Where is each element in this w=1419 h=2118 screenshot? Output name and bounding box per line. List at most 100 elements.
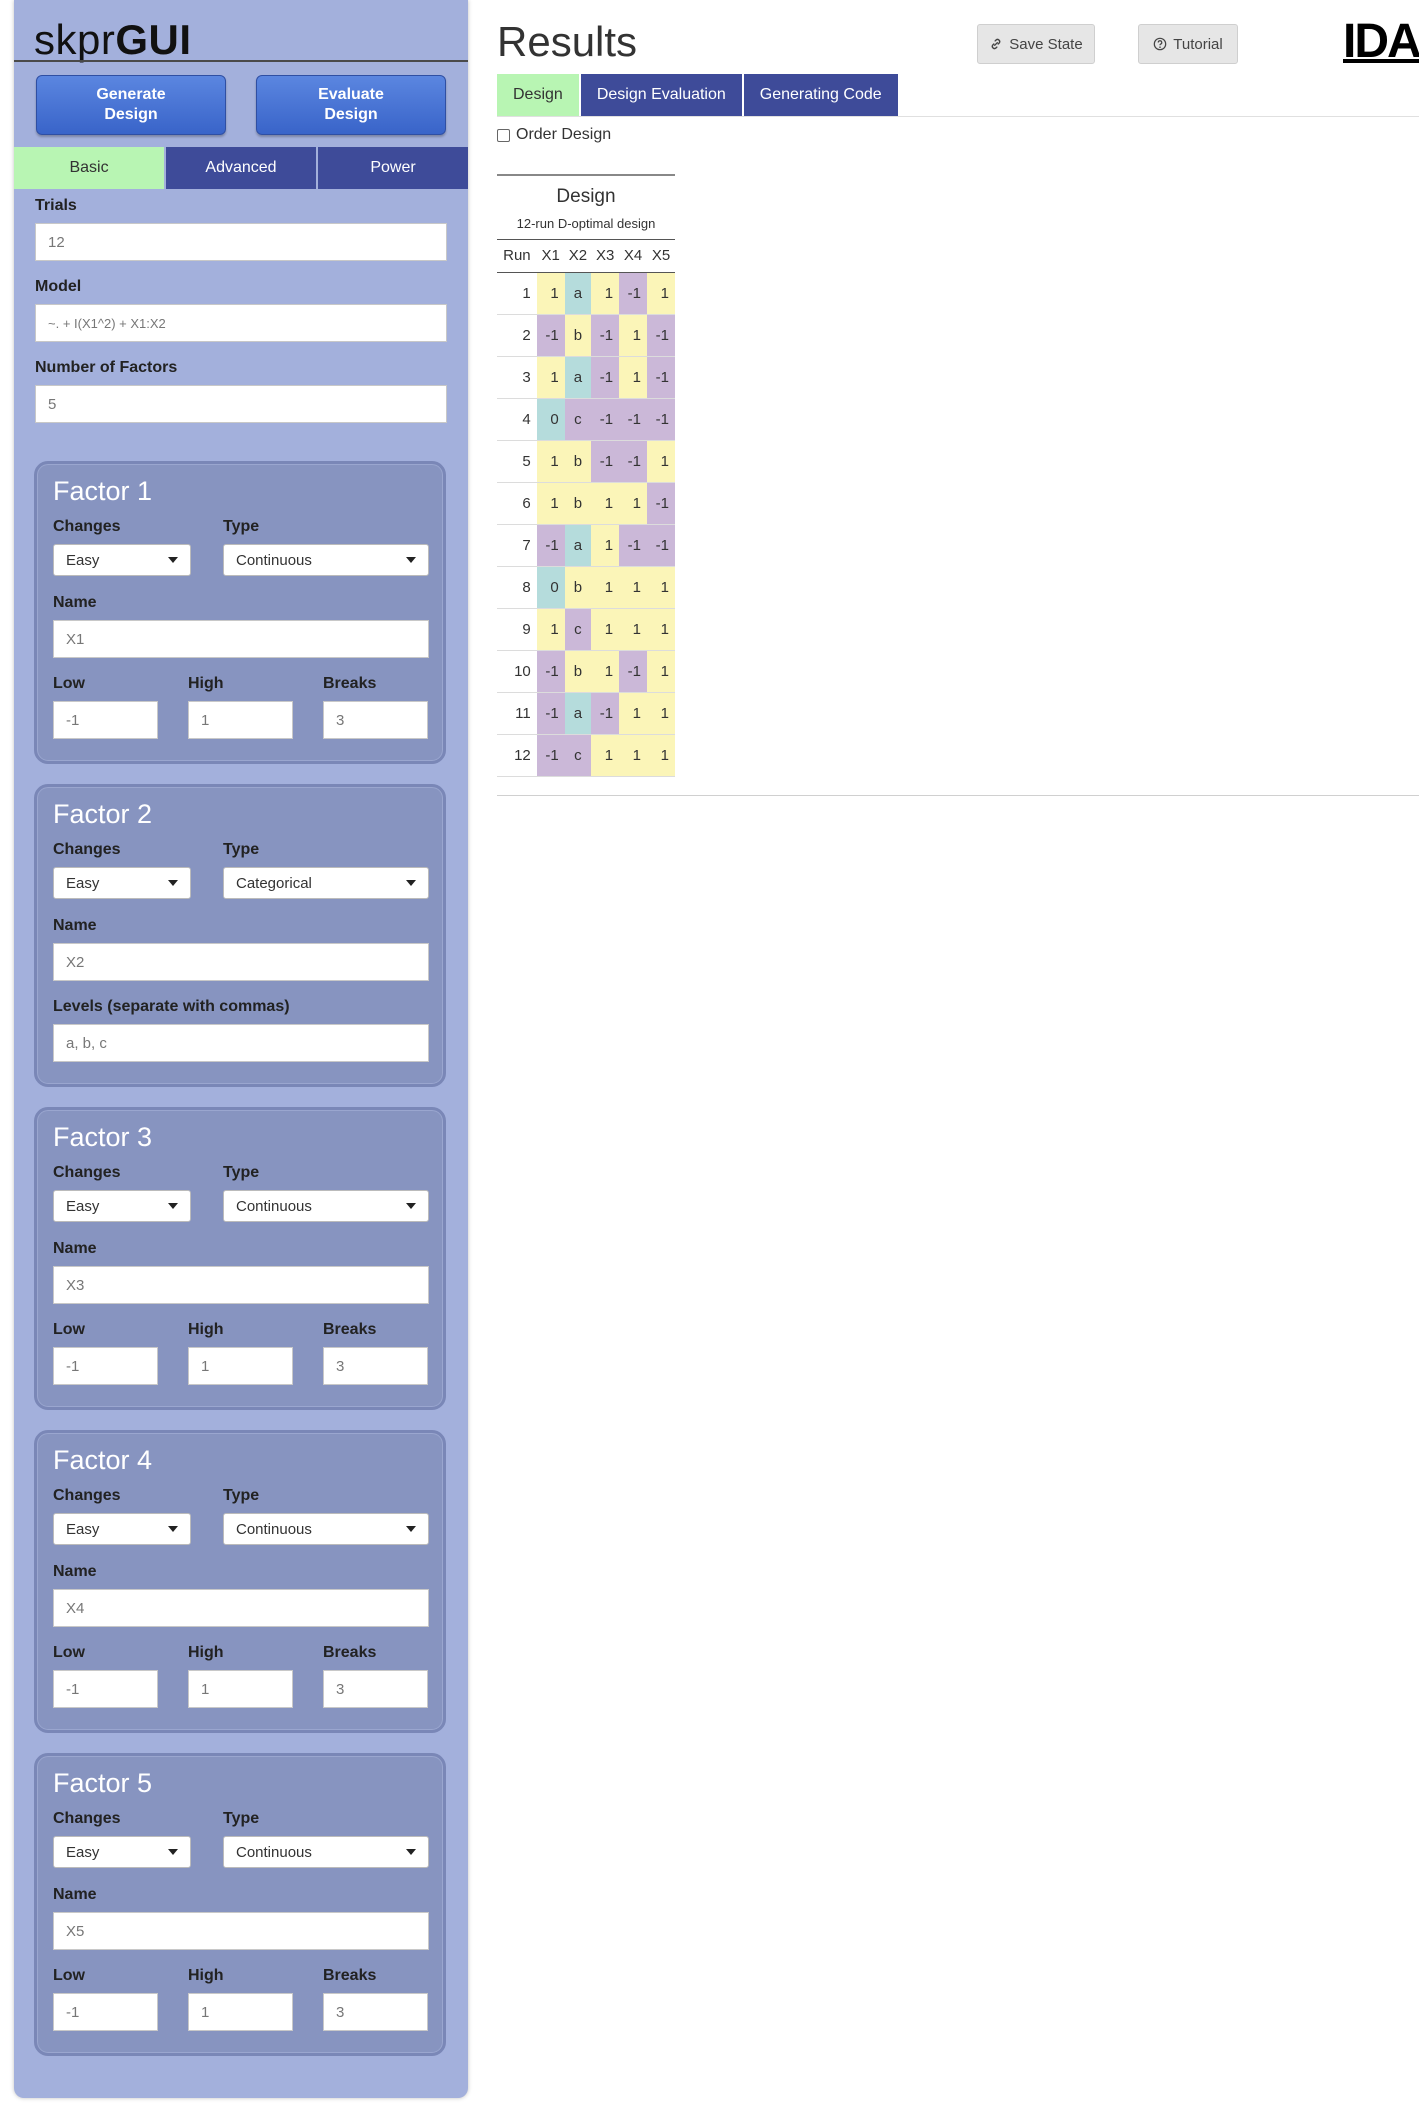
table-cell: 1: [591, 650, 620, 693]
chevron-down-icon: [168, 1203, 178, 1209]
table-cell: b: [564, 482, 592, 525]
factor-card-1: Factor 1 Changes Easy Type Continuous Na…: [34, 461, 446, 764]
name-label: Name: [53, 917, 97, 934]
factor-card-2: Factor 2 Changes Easy Type Categorical N…: [34, 784, 446, 1087]
chevron-down-icon: [168, 880, 178, 886]
table-cell: b: [564, 314, 592, 357]
breaks-input[interactable]: 3: [323, 1670, 428, 1708]
name-input[interactable]: X3: [53, 1266, 429, 1304]
type-select[interactable]: Continuous: [223, 544, 429, 576]
num-factors-input[interactable]: 5: [35, 385, 447, 423]
table-cell: c: [564, 398, 592, 441]
sidebar: skprGUI Generate Design Evaluate Design …: [14, 0, 468, 2098]
generate-design-button[interactable]: Generate Design: [36, 75, 226, 135]
breaks-input[interactable]: 3: [323, 1993, 428, 2031]
table-cell: 1: [619, 608, 648, 651]
chevron-down-icon: [406, 1203, 416, 1209]
changes-select[interactable]: Easy: [53, 1190, 191, 1222]
breaks-input[interactable]: 3: [323, 701, 428, 739]
name-input[interactable]: X4: [53, 1589, 429, 1627]
sidebar-tabs: Basic Advanced Power: [14, 147, 468, 189]
changes-select[interactable]: Easy: [53, 544, 191, 576]
type-select[interactable]: Continuous: [223, 1836, 429, 1868]
table-cell: 1: [536, 356, 565, 399]
type-label: Type: [223, 841, 260, 858]
tab-advanced[interactable]: Advanced: [166, 147, 318, 189]
low-label: Low: [53, 1321, 85, 1338]
changes-select[interactable]: Easy: [53, 1513, 191, 1545]
changes-value: Easy: [66, 551, 100, 569]
column-header-x2: X2: [564, 240, 592, 273]
tabs-divider: [497, 116, 1419, 117]
question-circle-icon: [1153, 37, 1167, 51]
factor-card-4: Factor 4 Changes Easy Type Continuous Na…: [34, 1430, 446, 1733]
evaluate-design-button[interactable]: Evaluate Design: [256, 75, 446, 135]
low-input[interactable]: -1: [53, 1670, 158, 1708]
trials-input[interactable]: 12: [35, 223, 447, 261]
type-select[interactable]: Continuous: [223, 1190, 429, 1222]
table-cell: 1: [647, 440, 675, 483]
type-select[interactable]: Continuous: [223, 1513, 429, 1545]
table-row: 12 -1 c 1 1 1: [497, 734, 675, 777]
run-number-cell: 3: [497, 356, 537, 399]
table-cell: 1: [591, 566, 620, 609]
name-input[interactable]: X5: [53, 1912, 429, 1950]
table-cell: -1: [619, 272, 648, 315]
high-input[interactable]: 1: [188, 701, 293, 739]
tab-basic[interactable]: Basic: [14, 147, 166, 189]
table-cell: -1: [591, 692, 620, 735]
low-input[interactable]: -1: [53, 701, 158, 739]
name-input[interactable]: X1: [53, 620, 429, 658]
type-select[interactable]: Categorical: [223, 867, 429, 899]
chevron-down-icon: [168, 557, 178, 563]
levels-label: Levels (separate with commas): [53, 998, 290, 1015]
table-cell: 1: [647, 608, 675, 651]
changes-value: Easy: [66, 874, 100, 892]
name-label: Name: [53, 1240, 97, 1257]
run-number-cell: 12: [497, 734, 537, 777]
low-input[interactable]: -1: [53, 1993, 158, 2031]
tab-generating-code[interactable]: Generating Code: [743, 74, 898, 116]
model-input[interactable]: ~. + I(X1^2) + X1:X2: [35, 304, 447, 342]
order-design-toggle[interactable]: Order Design: [497, 126, 611, 144]
order-design-checkbox[interactable]: [497, 128, 510, 142]
breaks-input[interactable]: 3: [323, 1347, 428, 1385]
low-input[interactable]: -1: [53, 1347, 158, 1385]
tutorial-button[interactable]: Tutorial: [1138, 24, 1238, 64]
save-state-button[interactable]: Save State: [977, 24, 1095, 64]
chevron-down-icon: [406, 1526, 416, 1532]
link-icon: [991, 38, 1001, 50]
high-input[interactable]: 1: [188, 1670, 293, 1708]
table-cell: -1: [647, 356, 675, 399]
table-cell: a: [564, 692, 592, 735]
factor-title: Factor 2: [53, 799, 153, 829]
table-cell: b: [564, 440, 592, 483]
design-table: Run X1 X2 X3 X4 X5 1 1 a 1 -1 1 2 -1 b -1 1 -1 3 1 a -1 1 -1 4 0…: [497, 240, 675, 777]
high-input[interactable]: 1: [188, 1993, 293, 2031]
column-header-x3: X3: [591, 240, 620, 273]
results-divider: [497, 795, 1419, 796]
table-top-rule: [497, 174, 675, 176]
factor-card-3: Factor 3 Changes Easy Type Continuous Na…: [34, 1107, 446, 1410]
table-cell: b: [564, 650, 592, 693]
table-cell: -1: [619, 440, 648, 483]
changes-select[interactable]: Easy: [53, 1836, 191, 1868]
name-input[interactable]: X2: [53, 943, 429, 981]
table-cell: c: [564, 734, 592, 777]
run-number-cell: 8: [497, 566, 537, 609]
changes-select[interactable]: Easy: [53, 867, 191, 899]
tutorial-label: Tutorial: [1173, 35, 1223, 53]
type-value: Continuous: [236, 1843, 312, 1861]
changes-label: Changes: [53, 518, 121, 535]
table-cell: 1: [647, 734, 675, 777]
table-row: 2 -1 b -1 1 -1: [497, 314, 675, 357]
levels-input[interactable]: a, b, c: [53, 1024, 429, 1062]
chevron-down-icon: [406, 557, 416, 563]
tab-design-evaluation[interactable]: Design Evaluation: [580, 74, 742, 116]
run-number-cell: 10: [497, 650, 537, 693]
high-input[interactable]: 1: [188, 1347, 293, 1385]
save-state-label: Save State: [1009, 35, 1083, 53]
type-label: Type: [223, 1487, 260, 1504]
tab-design[interactable]: Design: [497, 74, 579, 116]
tab-power[interactable]: Power: [318, 147, 468, 189]
